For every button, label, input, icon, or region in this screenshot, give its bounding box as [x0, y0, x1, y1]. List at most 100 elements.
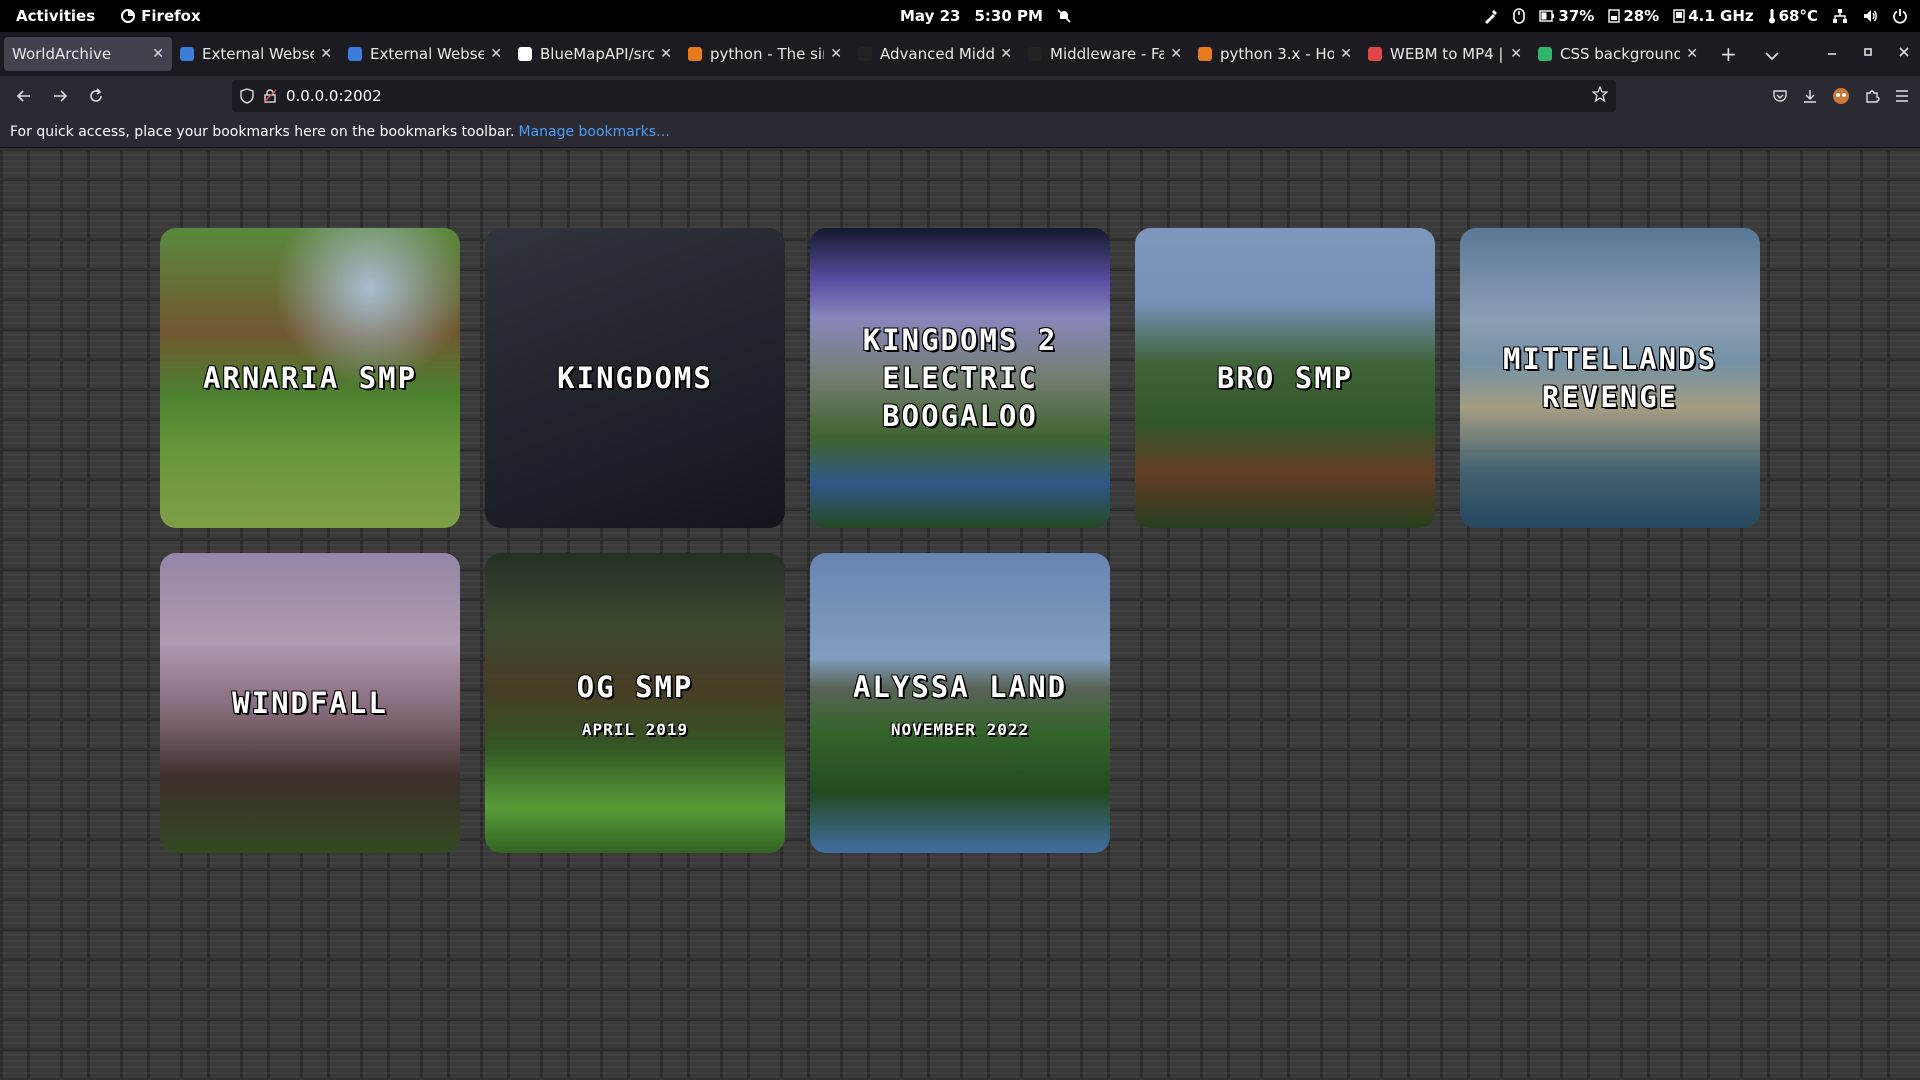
world-card[interactable]: WINDFALL	[160, 553, 460, 853]
tab-2[interactable]: External Webser ✕	[340, 37, 510, 71]
world-name: KINGDOMS 2 ELECTRIC BOOGALOO	[862, 323, 1058, 433]
new-tab-button[interactable]: +	[1706, 42, 1751, 66]
tab-favicon-icon	[1028, 47, 1042, 61]
battery-icon	[1539, 10, 1555, 22]
memory-percent: 28%	[1623, 7, 1660, 25]
tab-favicon-icon	[348, 47, 362, 61]
url-bar[interactable]: 0.0.0.0:2002	[232, 80, 1616, 112]
tabs-container: WorldArchive ✕ External Webser ✕ External We…	[4, 37, 1706, 71]
tab-8[interactable]: WEBM to MP4 | C ✕	[1360, 37, 1530, 71]
tab-favicon-icon	[1198, 47, 1212, 61]
reload-icon	[90, 88, 102, 102]
downloads-icon[interactable]	[1802, 88, 1818, 104]
world-card[interactable]: ARNARIA SMP	[160, 228, 460, 528]
tab-close-icon[interactable]: ✕	[660, 46, 672, 62]
tab-favicon-icon	[1538, 47, 1552, 61]
maximize-icon[interactable]	[1862, 46, 1874, 62]
world-card[interactable]: MITTELLANDS REVENGE	[1460, 228, 1760, 528]
tab-title: CSS background-	[1560, 45, 1681, 63]
cpu-indicator[interactable]: 4.1 GHz	[1673, 7, 1754, 25]
pocket-icon[interactable]	[1772, 88, 1788, 104]
extensions-puzzle-icon[interactable]	[1864, 88, 1880, 104]
toolbar-actions	[1772, 76, 1910, 116]
world-name: BRO SMP	[1216, 361, 1354, 395]
list-all-tabs-button[interactable]	[1751, 42, 1793, 66]
forward-button[interactable]	[42, 80, 78, 112]
tab-title: BlueMapAPI/src/	[540, 45, 655, 63]
tab-5[interactable]: Advanced Middle ✕	[850, 37, 1020, 71]
tab-close-icon[interactable]: ✕	[1686, 46, 1698, 62]
clock-date: May 23	[900, 7, 961, 25]
tab-close-icon[interactable]: ✕	[1510, 46, 1522, 62]
tab-close-icon[interactable]: ✕	[490, 46, 502, 62]
world-name: ARNARIA SMP	[202, 361, 418, 395]
tab-3[interactable]: BlueMapAPI/src/ ✕	[510, 37, 680, 71]
tab-close-icon[interactable]: ✕	[152, 46, 164, 62]
bookmarks-toolbar: For quick access, place your bookmarks h…	[0, 116, 1920, 148]
clock[interactable]: May 23 5:30 PM	[900, 0, 1071, 32]
forward-arrow-icon	[54, 90, 68, 102]
world-name: KINGDOMS	[557, 361, 713, 395]
color-picker-icon[interactable]	[1483, 8, 1499, 24]
battery-percent: 37%	[1558, 7, 1595, 25]
temperature-indicator[interactable]: 68°C	[1768, 7, 1818, 25]
world-name: MITTELLANDS REVENGE	[1502, 342, 1718, 414]
tab-close-icon[interactable]: ✕	[1170, 46, 1182, 62]
page-content: ARNARIA SMP KINGDOMS KINGDOMS 2 ELECTRIC B…	[0, 148, 1920, 1080]
app-menu[interactable]: Firefox	[109, 7, 212, 25]
battery-indicator[interactable]: 37%	[1539, 7, 1594, 25]
world-card[interactable]: ALYSSA LAND NOVEMBER 2022	[810, 553, 1110, 853]
world-card[interactable]: KINGDOMS	[485, 228, 785, 528]
tab-strip: WorldArchive ✕ External Webser ✕ External We…	[0, 32, 1920, 76]
hamburger-menu-icon[interactable]	[1894, 89, 1910, 103]
app-name: Firefox	[141, 7, 201, 25]
tab-1[interactable]: External Webser ✕	[172, 37, 340, 71]
world-name: WINDFALL	[232, 686, 388, 720]
tab-7[interactable]: python 3.x - How ✕	[1190, 37, 1360, 71]
tab-favicon-icon	[518, 47, 532, 61]
reload-button[interactable]	[78, 80, 114, 112]
world-card[interactable]: OG SMP APRIL 2019	[485, 553, 785, 853]
world-grid: ARNARIA SMP KINGDOMS KINGDOMS 2 ELECTRIC B…	[160, 228, 1760, 853]
tab-title: WEBM to MP4 | C	[1390, 45, 1504, 63]
memory-indicator[interactable]: 28%	[1608, 7, 1659, 25]
world-card[interactable]: BRO SMP	[1135, 228, 1435, 528]
firefox-icon	[121, 9, 136, 23]
world-name: OG SMP	[576, 669, 694, 704]
tab-close-icon[interactable]: ✕	[830, 46, 842, 62]
world-card[interactable]: KINGDOMS 2 ELECTRIC BOOGALOO	[810, 228, 1110, 528]
network-icon[interactable]	[1832, 8, 1848, 24]
tab-close-icon[interactable]: ✕	[1340, 46, 1352, 62]
tab-title: WorldArchive	[12, 45, 112, 63]
power-icon[interactable]	[1892, 8, 1908, 24]
mouse-icon[interactable]	[1513, 8, 1526, 24]
tab-close-icon[interactable]: ✕	[320, 46, 332, 62]
activities-button[interactable]: Activities	[0, 7, 109, 25]
tab-4[interactable]: python - The sim ✕	[680, 37, 850, 71]
notifications-muted-icon	[1057, 9, 1071, 23]
tab-6[interactable]: Middleware - Fas ✕	[1020, 37, 1190, 71]
world-date: NOVEMBER 2022	[890, 719, 1030, 739]
tab-title: Advanced Middle	[880, 45, 995, 63]
insecure-lock-icon[interactable]	[264, 89, 276, 103]
memory-icon	[1608, 9, 1621, 23]
bookmark-star-icon[interactable]	[1592, 86, 1608, 102]
back-button[interactable]	[6, 80, 42, 112]
close-window-icon[interactable]	[1898, 46, 1910, 62]
url-text[interactable]: 0.0.0.0:2002	[286, 87, 382, 105]
world-name: ALYSSA LAND	[852, 669, 1068, 704]
tab-title: Middleware - Fas	[1050, 45, 1165, 63]
cpu-icon	[1673, 9, 1685, 23]
tab-title: python - The sim	[710, 45, 825, 63]
tab-title: python 3.x - How	[1220, 45, 1335, 63]
account-avatar-icon[interactable]	[1832, 87, 1850, 105]
minimize-icon[interactable]	[1826, 46, 1838, 62]
navigation-toolbar: 0.0.0.0:2002	[0, 76, 1920, 116]
volume-icon[interactable]	[1862, 8, 1878, 24]
tab-0[interactable]: WorldArchive ✕	[4, 37, 172, 71]
tab-title: External Webser	[202, 45, 315, 63]
manage-bookmarks-link[interactable]: Manage bookmarks…	[518, 124, 670, 140]
tracking-protection-shield-icon[interactable]	[240, 88, 254, 104]
tab-9[interactable]: CSS background- ✕	[1530, 37, 1706, 71]
tab-close-icon[interactable]: ✕	[1000, 46, 1012, 62]
